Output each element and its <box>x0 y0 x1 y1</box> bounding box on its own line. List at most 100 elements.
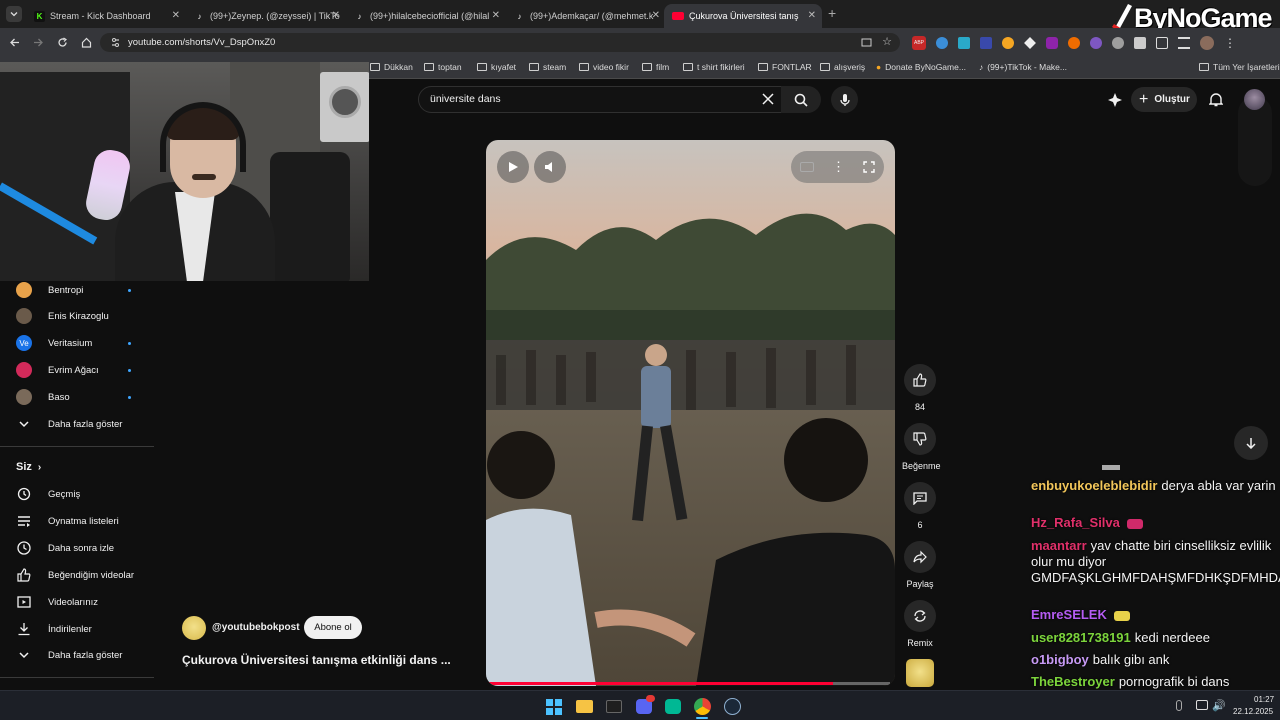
clear-search-icon[interactable] <box>762 93 774 105</box>
profile-avatar[interactable] <box>1200 36 1214 50</box>
dislike-button[interactable]: Beğenme <box>902 423 941 471</box>
create-button[interactable]: + Oluştur <box>1131 87 1197 112</box>
sidebar-item-history[interactable]: Geçmiş <box>16 484 80 504</box>
browser-tab-tiktok-2[interactable]: ♪ (99+)hilalcebeciofficial (@hilal ✕ <box>346 4 506 28</box>
site-info-icon[interactable] <box>110 37 121 48</box>
remix-button[interactable]: Remix <box>903 600 937 648</box>
comments-button[interactable]: 6 <box>903 482 937 530</box>
terminal-icon[interactable] <box>606 700 622 713</box>
sidebar-subscription-bentropi[interactable]: Bentropi <box>16 280 83 300</box>
browser-tab-kick[interactable]: K Stream - Kick Dashboard ✕ <box>26 4 186 28</box>
share-button[interactable]: Paylaş <box>903 541 937 589</box>
voice-search-button[interactable] <box>831 86 858 113</box>
search-input[interactable]: üniversite dans <box>430 93 501 105</box>
create-label: Oluştur <box>1154 94 1190 105</box>
sidebar-item-watch-later[interactable]: Daha sonra izle <box>16 538 114 558</box>
bookmark-link[interactable]: ♪ (99+)TikTok - Make... <box>979 62 1067 72</box>
forward-arrow-icon[interactable] <box>33 37 44 48</box>
file-explorer-icon[interactable] <box>576 700 593 713</box>
extension-icon[interactable] <box>1002 37 1014 49</box>
new-tab-button[interactable]: + <box>828 5 836 21</box>
bookmark-folder[interactable]: alışveriş <box>820 62 865 72</box>
bookmark-folder[interactable]: film <box>642 62 669 72</box>
show-more-subscriptions[interactable]: Daha fazla göster <box>16 414 122 434</box>
mute-button[interactable] <box>534 151 566 183</box>
play-button[interactable] <box>497 151 529 183</box>
fullscreen-icon[interactable] <box>863 161 875 173</box>
bookmark-folder[interactable]: toptan <box>424 62 462 72</box>
extension-icon[interactable] <box>1046 37 1058 49</box>
cast-icon[interactable] <box>861 37 872 48</box>
browser-tab-tiktok-1[interactable]: ♪ (99+)Zeynep. (@zeyssei) | TikTo ✕ <box>186 4 346 28</box>
bell-icon[interactable] <box>1209 92 1223 107</box>
clock-date[interactable]: 22.12.2025 <box>1233 707 1273 716</box>
close-icon[interactable]: ✕ <box>172 10 180 21</box>
captions-icon[interactable] <box>800 162 814 172</box>
tray-microphone-icon[interactable] <box>1176 700 1182 711</box>
sidebar-item-playlists[interactable]: Oynatma listeleri <box>16 511 119 531</box>
reload-icon[interactable] <box>57 37 68 48</box>
puzzle-icon[interactable] <box>1156 37 1168 49</box>
shield-icon[interactable] <box>1134 37 1146 49</box>
channel-avatar[interactable] <box>182 616 206 640</box>
bookmark-folder[interactable]: Dükkan <box>370 62 413 72</box>
short-video-player[interactable]: ⋮ <box>486 140 895 686</box>
sidebar-item-downloads[interactable]: İndirilenler <box>16 619 92 639</box>
bookmark-folder[interactable]: steam <box>529 62 566 72</box>
search-button[interactable] <box>781 86 821 113</box>
sidebar-subscription-enis-kirazoglu[interactable]: Enis Kirazoglu <box>16 306 109 326</box>
chevron-down-icon <box>19 421 29 428</box>
next-short-button[interactable] <box>1234 426 1268 460</box>
tray-volume-icon[interactable]: 🔊 <box>1212 699 1226 712</box>
tab-search-button[interactable] <box>6 6 22 22</box>
extension-icon[interactable] <box>1090 37 1102 49</box>
gemini-sparkle-icon[interactable] <box>1107 92 1123 108</box>
menu-dots-icon[interactable]: ⋮ <box>1224 36 1236 50</box>
close-icon[interactable]: ✕ <box>332 10 340 21</box>
video-progress-track[interactable] <box>486 682 890 685</box>
tray-network-icon[interactable] <box>1196 700 1208 710</box>
clock-time[interactable]: 01:27 <box>1254 695 1274 704</box>
like-button[interactable]: 84 <box>903 364 937 412</box>
bookmark-link[interactable]: ● Donate ByNoGame... <box>876 62 966 72</box>
bookmark-star-icon[interactable]: ☆ <box>882 35 892 48</box>
back-arrow-icon[interactable] <box>9 37 20 48</box>
browser-tab-youtube[interactable]: Çukurova Üniversitesi tanış ✕ <box>664 4 822 28</box>
sliders-icon[interactable] <box>1178 37 1190 49</box>
extension-icon[interactable] <box>1112 37 1124 49</box>
show-more-you[interactable]: Daha fazla göster <box>16 645 122 665</box>
sidebar-subscription-baso[interactable]: Baso <box>16 387 70 407</box>
short-title[interactable]: Çukurova Üniversitesi tanışma etkinliği … <box>182 653 451 667</box>
chrome-icon[interactable] <box>694 698 711 715</box>
bookmark-folder[interactable]: kıyafet <box>477 62 516 72</box>
subscribe-button[interactable]: Abone ol <box>304 616 362 639</box>
extension-icon[interactable] <box>1068 37 1080 49</box>
home-icon[interactable] <box>81 37 92 48</box>
more-options-icon[interactable]: ⋮ <box>832 159 845 175</box>
steam-icon[interactable] <box>724 698 741 715</box>
bookmark-folder[interactable]: FONTLAR <box>758 62 812 72</box>
app-icon[interactable] <box>665 699 681 714</box>
bookmark-folder[interactable]: video fikir <box>579 62 629 72</box>
extension-icon[interactable] <box>1024 37 1036 49</box>
extension-icon[interactable] <box>958 37 970 49</box>
windows-start-icon[interactable] <box>546 699 562 715</box>
sidebar-subscription-evrim-agaci[interactable]: Evrim Ağacı <box>16 360 99 380</box>
browser-tab-tiktok-3[interactable]: ♪ (99+)Ademkaçar/ (@mehmet.k ✕ <box>506 4 666 28</box>
address-bar[interactable]: youtube.com/shorts/Vv_DspOnxZ0 ☆ <box>100 33 900 52</box>
sidebar-item-liked-videos[interactable]: Beğendiğim videolar <box>16 565 134 585</box>
all-bookmarks[interactable]: Tüm Yer İşaretleri <box>1199 62 1280 72</box>
close-icon[interactable]: ✕ <box>492 10 500 21</box>
bookmark-folder[interactable]: t shirt fikirleri <box>683 62 745 72</box>
extension-icon[interactable] <box>936 37 948 49</box>
sound-thumbnail[interactable] <box>906 659 934 687</box>
adblock-icon[interactable]: ABP <box>912 36 926 50</box>
channel-handle[interactable]: @youtubebokpost <box>212 622 300 633</box>
kick-icon: K <box>34 10 45 22</box>
sidebar-subscription-veritasium[interactable]: Ve Veritasium <box>16 333 92 353</box>
extension-icon[interactable] <box>980 37 992 49</box>
sidebar-item-your-videos[interactable]: Videolarınız <box>16 592 98 612</box>
close-icon[interactable]: ✕ <box>808 10 816 21</box>
sidebar-you-header[interactable]: Siz › <box>16 457 41 477</box>
close-icon[interactable]: ✕ <box>652 10 660 21</box>
